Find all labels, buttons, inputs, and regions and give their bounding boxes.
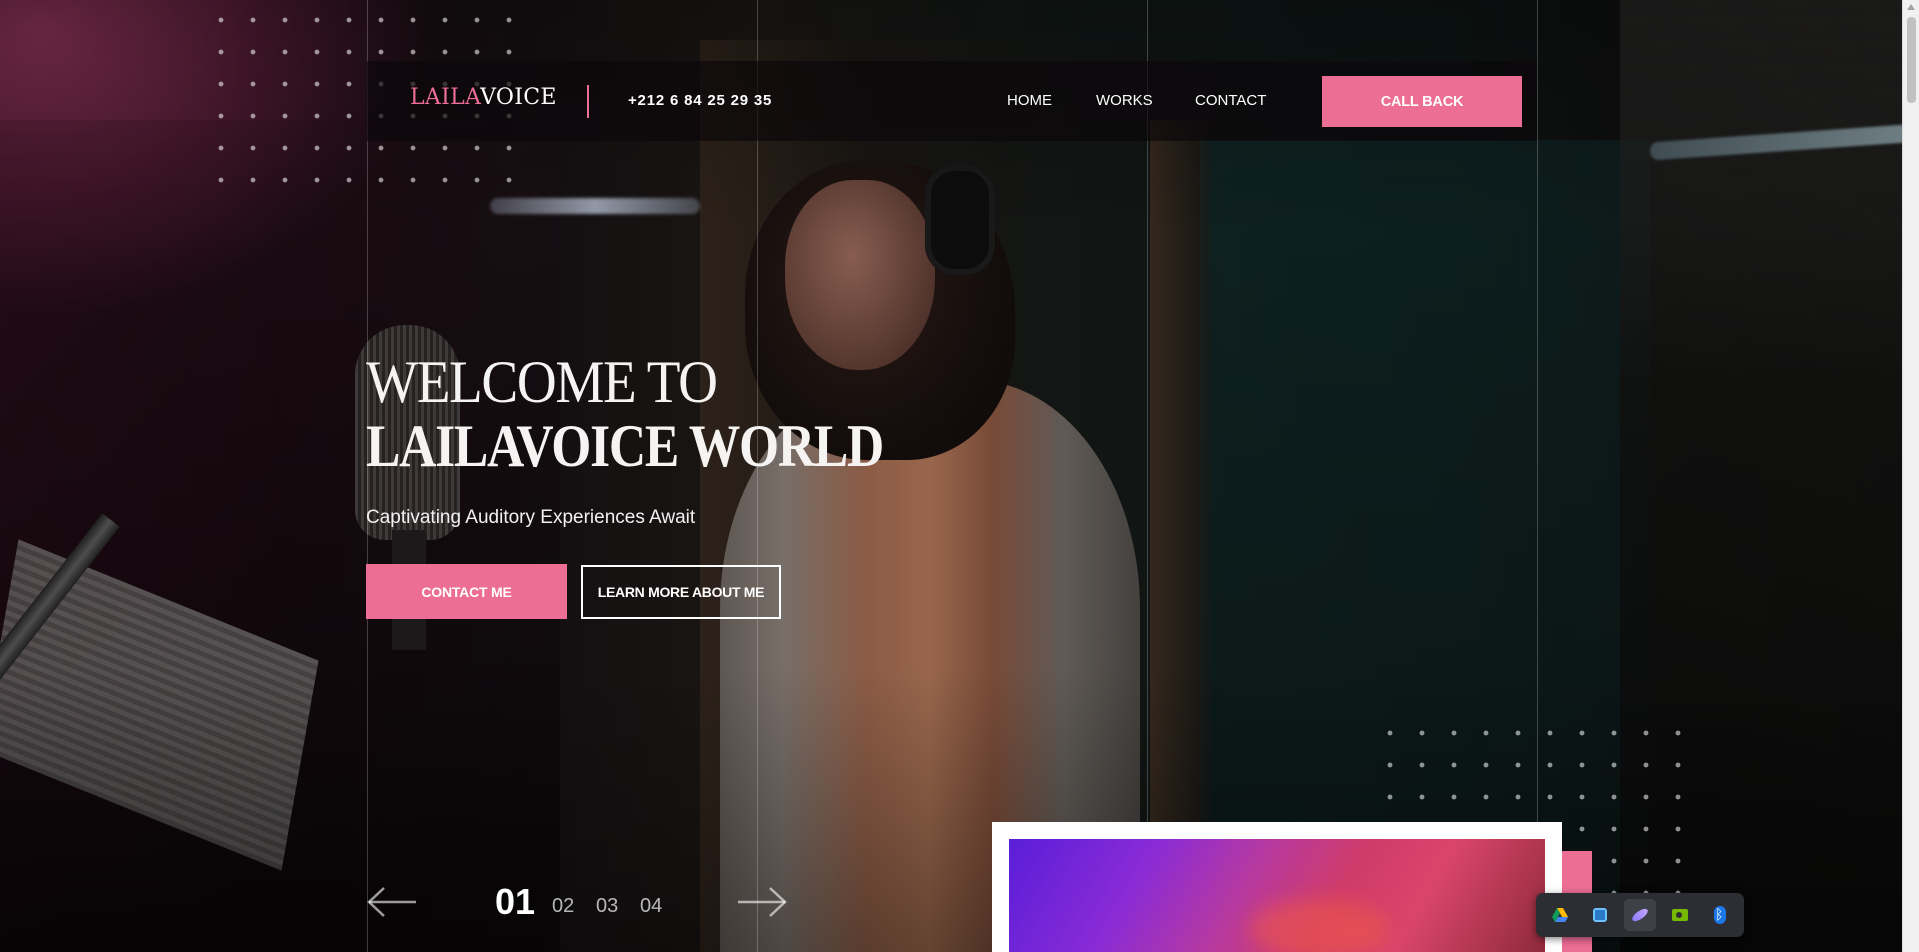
logo-text-laila: LAILA <box>410 85 481 110</box>
site-logo[interactable]: LAILAVOICE <box>410 85 557 110</box>
app-window-icon[interactable] <box>1584 899 1616 931</box>
featured-card-image <box>1009 839 1545 952</box>
contact-me-button[interactable]: CONTACT ME <box>366 564 567 619</box>
learn-more-button[interactable]: LEARN MORE ABOUT ME <box>581 565 781 619</box>
hero-title-line-1: WELCOME TO <box>366 349 718 415</box>
phone-number: +212 6 84 25 29 35 <box>628 92 773 109</box>
nav-works[interactable]: WORKS <box>1096 92 1153 109</box>
nav-contact[interactable]: CONTACT <box>1195 92 1266 109</box>
system-tray-overflow <box>1536 893 1744 937</box>
nvidia-icon[interactable] <box>1664 899 1696 931</box>
scroll-up-arrow-icon[interactable] <box>1907 4 1915 10</box>
site-header: LAILAVOICE +212 6 84 25 29 35 HOME WORKS… <box>367 61 1537 141</box>
hero-title-line-2: LAILAVOICE WORLD <box>366 413 884 479</box>
header-divider <box>587 85 589 118</box>
slide-indicator-03[interactable]: 03 <box>596 895 618 918</box>
slide-indicator-04[interactable]: 04 <box>640 895 662 918</box>
call-back-button[interactable]: CALL BACK <box>1322 76 1522 127</box>
slide-indicator-active[interactable]: 01 <box>495 881 535 923</box>
google-drive-icon[interactable] <box>1544 899 1576 931</box>
arrow-right-icon[interactable] <box>736 884 788 920</box>
nav-home[interactable]: HOME <box>1007 92 1052 109</box>
bluetooth-icon[interactable] <box>1704 899 1736 931</box>
feather-icon[interactable] <box>1624 899 1656 931</box>
slide-indicator-02[interactable]: 02 <box>552 895 574 918</box>
guide-line <box>1147 0 1148 952</box>
arrow-left-icon[interactable] <box>366 884 418 920</box>
page-scrollbar[interactable] <box>1902 0 1919 952</box>
logo-text-voice: VOICE <box>480 85 557 110</box>
hero-subtitle: Captivating Auditory Experiences Await <box>366 507 696 528</box>
scrollbar-thumb[interactable] <box>1907 17 1916 103</box>
